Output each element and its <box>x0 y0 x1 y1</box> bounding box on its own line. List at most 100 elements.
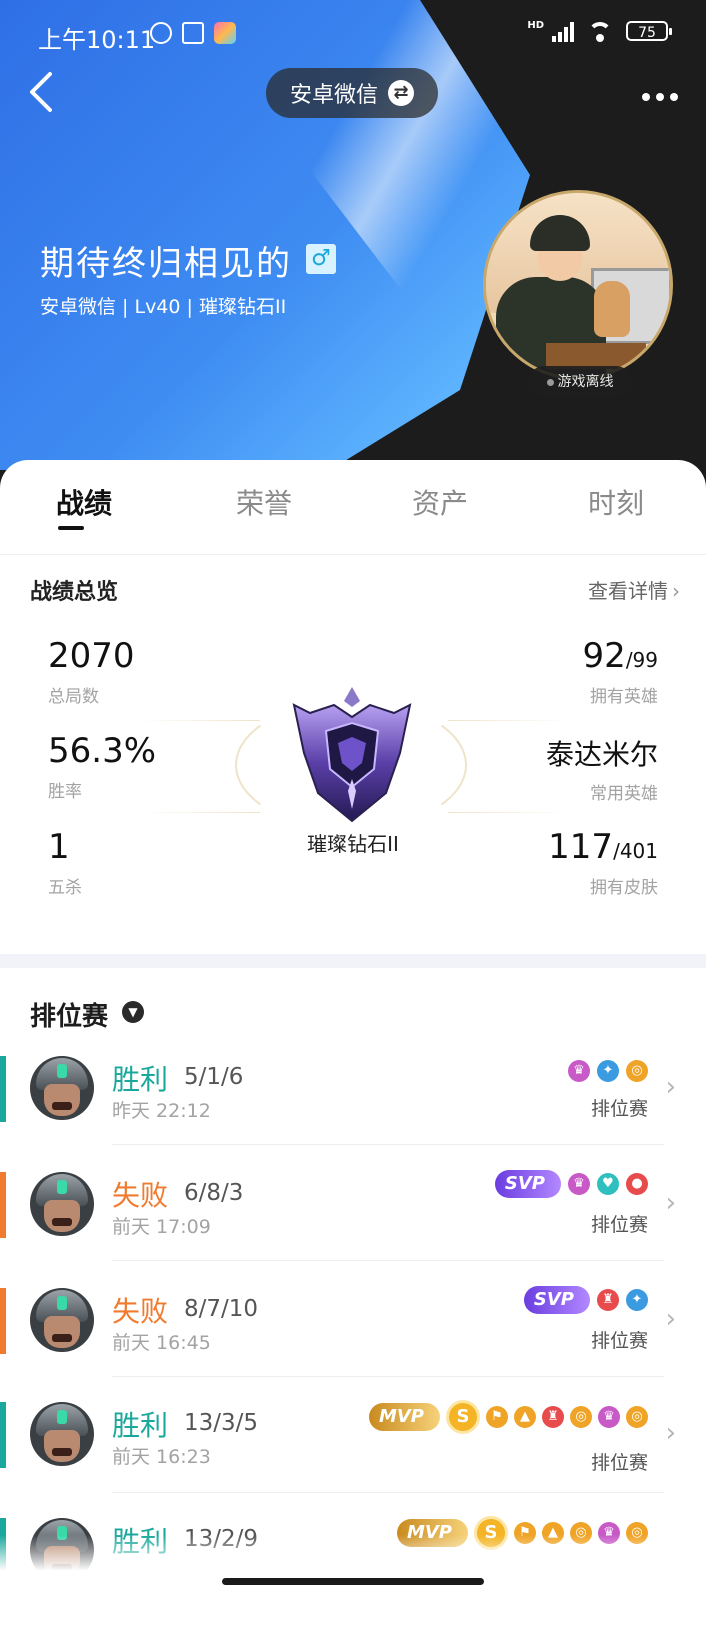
match-badges: MVP S ⚑ ▲ ♜ ◎ ♛ ◎ <box>368 1400 648 1434</box>
stat-label: 拥有皮肤 <box>590 878 658 898</box>
stat-value: 2070 <box>48 636 135 676</box>
stat-total: /99 <box>625 648 658 672</box>
demon-badge-icon: ♛ <box>598 1406 620 1428</box>
stat-heroes-owned[interactable]: 92/99 拥有英雄 <box>583 636 658 707</box>
profile-tabs: 战绩 荣誉 资产 时刻 <box>0 460 706 555</box>
match-row[interactable]: 胜利 13/3/5 前天 16:23 MVP S ⚑ ▲ ♜ ◎ ♛ ◎ 排位赛… <box>0 1400 706 1518</box>
section-divider <box>0 954 706 968</box>
player-name: 期待终归相见的 <box>40 244 292 284</box>
row-divider <box>112 1260 664 1261</box>
flag-badge-icon: ⚑ <box>486 1406 508 1428</box>
rank-decor-line <box>140 720 260 721</box>
result-color-bar <box>0 1402 6 1468</box>
chevron-right-icon: › <box>665 1188 676 1218</box>
match-badges: SVP ♛ ♥ ● <box>494 1170 648 1198</box>
profile-header: 上午10:11 HD 75 安卓微信 ⇄ 期待终归相见的 ♂ 安卓微信 | Lv… <box>0 0 720 520</box>
match-result: 失败 <box>112 1179 169 1212</box>
tower-badge-icon: ♜ <box>597 1289 619 1311</box>
gallery-icon <box>182 22 204 44</box>
blood-drop-badge-icon: ● <box>626 1173 648 1195</box>
back-button[interactable] <box>26 70 66 118</box>
chevron-right-icon: › <box>665 1304 676 1334</box>
result-color-bar <box>0 1172 6 1238</box>
match-row[interactable]: 失败 8/7/10 前天 16:45 SVP ♜ ✦ 排位赛 › <box>0 1286 706 1404</box>
bottom-fade <box>0 1535 720 1600</box>
more-options-button[interactable] <box>640 80 680 103</box>
stat-value: 泰达米尔 <box>545 738 658 771</box>
match-result: 失败 <box>112 1295 169 1328</box>
wings-badge-icon: ✦ <box>626 1289 648 1311</box>
stat-label: 常用英雄 <box>590 784 658 804</box>
match-time: 前天 17:09 <box>112 1216 211 1238</box>
hero-avatar <box>30 1288 94 1352</box>
mvp-tag: MVP <box>368 1403 440 1431</box>
match-mode: 排位赛 <box>590 1330 648 1352</box>
row-divider <box>112 1492 664 1493</box>
hero-avatar <box>30 1056 94 1120</box>
chevron-left-icon <box>30 72 52 112</box>
hero-avatar <box>30 1402 94 1466</box>
match-kda: 6/8/3 <box>184 1180 244 1206</box>
view-details-label: 查看详情 <box>588 579 668 603</box>
match-kda: 8/7/10 <box>184 1296 259 1322</box>
match-badges: ♛ ✦ ◎ <box>568 1060 648 1082</box>
view-details-link[interactable]: 查看详情 › <box>588 575 680 604</box>
rank-decor-line <box>448 720 568 721</box>
wifi-icon <box>586 20 614 42</box>
flame-badge-icon: ▲ <box>514 1406 536 1428</box>
stat-value: 56.3% <box>48 731 157 771</box>
stat-win-rate: 56.3% 胜率 <box>48 731 156 802</box>
battery-icon: 75 <box>626 21 672 41</box>
s-rating-badge-icon: S <box>446 1400 480 1434</box>
hero-avatar <box>30 1172 94 1236</box>
row-divider <box>112 1376 664 1377</box>
match-kda: 13/3/5 <box>184 1410 259 1436</box>
match-row[interactable]: 失败 6/8/3 前天 17:09 SVP ♛ ♥ ● 排位赛 › <box>0 1170 706 1288</box>
match-row[interactable]: 胜利 5/1/6 昨天 22:12 ♛ ✦ ◎ 排位赛 › <box>0 1056 706 1172</box>
chevron-right-icon: › <box>665 1072 676 1102</box>
stat-label: 五杀 <box>48 878 82 898</box>
match-time: 前天 16:23 <box>112 1446 211 1468</box>
stat-total-games: 2070 总局数 <box>48 636 135 707</box>
male-gender-icon: ♂ <box>306 244 336 274</box>
demon-badge-icon: ♛ <box>568 1173 590 1195</box>
app-notification-icon <box>214 22 236 44</box>
coins-badge-icon: ◎ <box>570 1406 592 1428</box>
stat-main-hero[interactable]: 泰达米尔 常用英雄 <box>546 733 658 804</box>
swap-icon: ⇄ <box>388 80 414 106</box>
more-dots-icon <box>642 93 678 101</box>
tab-records[interactable]: 战绩 <box>56 482 112 522</box>
online-status-text: 游戏离线 <box>557 374 614 390</box>
row-divider <box>112 1144 664 1145</box>
coins-badge-icon: ◎ <box>626 1060 648 1082</box>
active-tab-indicator <box>58 526 84 530</box>
rank-decor-line <box>140 812 260 813</box>
stat-penta-kills: 1 五杀 <box>48 827 82 898</box>
match-time: 前天 16:45 <box>112 1332 211 1354</box>
tab-assets[interactable]: 资产 <box>412 482 468 522</box>
tower-badge-icon: ♜ <box>542 1406 564 1428</box>
rank-decor-line <box>448 812 568 813</box>
tab-honors[interactable]: 荣誉 <box>236 482 292 522</box>
avatar[interactable] <box>483 190 673 380</box>
status-time: 上午10:11 <box>38 26 156 54</box>
svp-tag: SVP <box>523 1286 590 1314</box>
tab-moments[interactable]: 时刻 <box>588 482 644 522</box>
rank-name: 璀璨钻石II <box>307 832 399 856</box>
ranked-section-title[interactable]: 排位赛 <box>30 996 108 1033</box>
online-status-badge: 游戏离线 <box>528 366 632 398</box>
match-result: 胜利 <box>112 1063 169 1096</box>
player-meta: 安卓微信 | Lv40 | 璀璨钻石II <box>40 296 287 318</box>
stat-skins-owned[interactable]: 117/401 拥有皮肤 <box>548 827 658 898</box>
result-color-bar <box>0 1288 6 1354</box>
demon-badge-icon: ♛ <box>568 1060 590 1082</box>
match-badges: SVP ♜ ✦ <box>523 1286 648 1314</box>
account-switch-button[interactable]: 安卓微信 ⇄ <box>266 68 438 118</box>
match-time: 昨天 22:12 <box>112 1100 211 1122</box>
heart-badge-icon: ♥ <box>597 1173 619 1195</box>
home-indicator[interactable] <box>222 1578 484 1585</box>
chevron-down-icon[interactable]: ▼ <box>122 1001 144 1023</box>
stat-label: 胜率 <box>48 782 82 802</box>
status-right-icons: HD 75 <box>527 20 672 42</box>
diamond-rank-emblem-icon[interactable] <box>290 683 414 825</box>
